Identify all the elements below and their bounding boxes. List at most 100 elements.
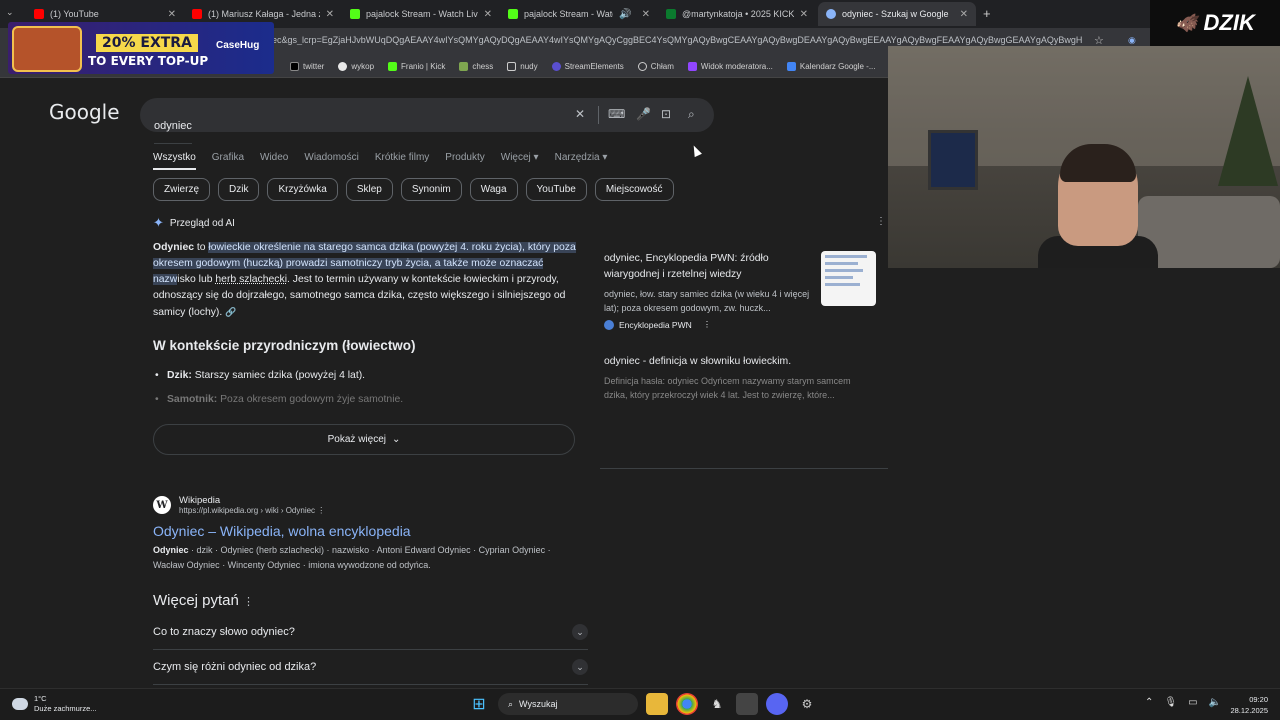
close-icon[interactable]: ✕ (326, 9, 334, 20)
clock[interactable]: 09:20 28.12.2025 (1226, 694, 1268, 716)
google-logo[interactable]: Google (49, 100, 120, 124)
casehug-ad-banner[interactable]: 20% EXTRA TO EVERY TOP-UP CaseHug (8, 22, 274, 74)
settings-icon[interactable]: ⚙ (796, 693, 818, 715)
show-more-button[interactable]: Pokaż więcej ⌄ (153, 424, 575, 455)
search-icon[interactable]: ⌕ (688, 107, 695, 122)
speaker-icon[interactable]: 🔊 (619, 9, 631, 20)
url-text[interactable]: ec&gs_lcrp=EgZjaHJvbWUqDQgAEAAY4wIYsQMYg… (272, 35, 1082, 45)
bookmark-twitter[interactable]: twitter (290, 61, 324, 71)
ai-subheading: W kontekście przyrodniczym (łowiectwo) (153, 338, 416, 353)
bookmark-moderator[interactable]: Widok moderatora... (687, 61, 773, 71)
close-icon[interactable]: ✕ (642, 9, 650, 20)
source-card-pwn[interactable]: odyniec, Encyklopedia PWN: źródło wiaryg… (604, 251, 814, 330)
folder-icon (507, 61, 517, 71)
lens-icon[interactable]: ⊡ (661, 107, 671, 121)
taskbar-search[interactable]: ⌕ Wyszukaj (498, 693, 638, 715)
chip-krzyzowka[interactable]: Krzyżówka (267, 178, 338, 201)
globe-icon (826, 9, 836, 19)
bookmark-nudy[interactable]: nudy (507, 61, 538, 71)
microphone-icon[interactable]: 🎙 (1164, 697, 1177, 708)
tab-google-search[interactable]: odyniec - Szukaj w Google ✕ (818, 2, 976, 26)
chip-waga[interactable]: Waga (469, 178, 518, 201)
tab-products[interactable]: Produkty (445, 152, 484, 170)
chevron-up-icon[interactable]: ⌃ (1145, 697, 1153, 708)
tab-tools[interactable]: Narzędzia ▾ (555, 152, 608, 170)
windows-start-icon[interactable]: ⊞ (468, 693, 490, 715)
weather-widget[interactable]: 1°C Duże zachmurze... (12, 694, 97, 714)
microphone-icon[interactable]: 🎤 (636, 107, 651, 121)
result-title-link[interactable]: Odyniec – Wikipedia, wolna encyklopedia (153, 523, 583, 539)
chrome-icon[interactable] (676, 693, 698, 715)
twitch-icon (687, 61, 697, 71)
keyboard-icon[interactable]: ⌨ (608, 107, 625, 121)
bookmark-streamelements[interactable]: StreamElements (551, 61, 624, 71)
close-icon[interactable]: ✕ (168, 9, 176, 20)
tab-news[interactable]: Wiadomości (304, 152, 358, 170)
ai-overview-header: ✦ Przegląd od AI (153, 215, 235, 230)
kick-icon (388, 61, 398, 71)
search-icon: ⌕ (508, 698, 514, 709)
cast-icon[interactable]: ◉ (1128, 35, 1136, 46)
search-result-wikipedia: W Wikipedia https://pl.wikipedia.org › w… (153, 495, 583, 573)
chip-sklep[interactable]: Sklep (345, 178, 393, 201)
question-row[interactable]: Co to znaczy słowo odyniec? ⌄ (153, 615, 588, 650)
tab-videos[interactable]: Wideo (260, 152, 288, 170)
webcam-overlay (888, 46, 1280, 268)
discord-icon[interactable] (766, 693, 788, 715)
search-input[interactable]: odyniec ✕ ⌨ 🎤 ⊡ ⌕ (140, 98, 714, 144)
bookmark-calendar[interactable]: Kalendarz Google -... (786, 61, 876, 71)
app-icon[interactable] (736, 693, 758, 715)
tab-list-chevron-icon[interactable]: ⌄ (6, 7, 14, 18)
kick-icon (350, 9, 360, 19)
bookmark-franio[interactable]: Franio | Kick (388, 61, 445, 71)
bookmark-chess[interactable]: chess (459, 61, 493, 71)
more-options-icon[interactable]: ⋮ (243, 596, 254, 608)
tab-pajalock-2[interactable]: pajalock Stream - Watch Li🔊✕ (500, 2, 658, 26)
app-icon[interactable]: ♞ (706, 693, 728, 715)
close-icon[interactable]: ✕ (960, 9, 968, 20)
chip-dzik[interactable]: Dzik (218, 178, 260, 201)
chip-youtube[interactable]: YouTube (525, 178, 587, 201)
network-icon[interactable]: ▭ (1188, 697, 1197, 708)
chevron-down-icon: ⌄ (572, 624, 588, 640)
volume-icon[interactable]: 🔈 (1209, 697, 1221, 708)
monitor (928, 130, 978, 190)
tab-images[interactable]: Grafika (212, 152, 244, 170)
question-row[interactable]: Czym się różni odyniec od dzika? ⌄ (153, 650, 588, 685)
source-thumbnail[interactable] (821, 251, 876, 306)
casehug-logo: CaseHug (216, 40, 260, 51)
new-tab-icon[interactable]: + (983, 6, 991, 21)
chip-zwierze[interactable]: Zwierzę (153, 178, 211, 201)
tab-pajalock-1[interactable]: pajalock Stream - Watch Live o✕ (342, 2, 500, 26)
more-options-icon[interactable]: ⋮ (703, 319, 712, 330)
tab-martynkatoja[interactable]: @martynkatoja • 2025 KICK W ✕ (658, 2, 816, 26)
chevron-down-icon: ⌄ (391, 434, 401, 445)
more-options-icon[interactable]: ⋮ (317, 506, 325, 515)
close-icon[interactable]: ✕ (800, 9, 808, 20)
chip-miejscowosc[interactable]: Miejscowość (594, 178, 674, 201)
ad-headline: 20% EXTRA (96, 34, 198, 52)
calendar-icon (786, 61, 796, 71)
bookmark-chlam[interactable]: Chłam (637, 61, 674, 71)
pwn-icon (604, 319, 614, 330)
tab-more[interactable]: Więcej ▾ (501, 152, 539, 170)
file-explorer-icon[interactable] (646, 693, 668, 715)
treasure-chest-icon (12, 26, 82, 72)
source-card-slownik[interactable]: odyniec - definicja w słowniku łowieckim… (604, 354, 876, 402)
bookmark-wykop[interactable]: wykop (338, 61, 374, 71)
result-snippet: Odyniec · dzik · Odyniec (herb szlacheck… (153, 545, 551, 570)
kick-icon (666, 9, 676, 19)
tab-shorts[interactable]: Krótkie filmy (375, 152, 429, 170)
dzik-logo: 🐗 DZIK (1150, 0, 1280, 46)
link-icon[interactable]: 🔗 (225, 307, 236, 317)
tab-all[interactable]: Wszystko (153, 152, 196, 170)
search-tabs: Wszystko Grafika Wideo Wiadomości Krótki… (153, 152, 607, 170)
streamelements-icon (551, 61, 561, 71)
christmas-tree (1218, 76, 1278, 186)
herb-link[interactable]: herb szlachecki (215, 274, 287, 285)
sparkle-icon: ✦ (153, 215, 164, 230)
chip-synonim[interactable]: Synonim (400, 178, 462, 201)
more-options-icon[interactable]: ⋮ (876, 216, 886, 227)
close-icon[interactable]: ✕ (484, 9, 492, 20)
clear-icon[interactable]: ✕ (575, 107, 585, 121)
